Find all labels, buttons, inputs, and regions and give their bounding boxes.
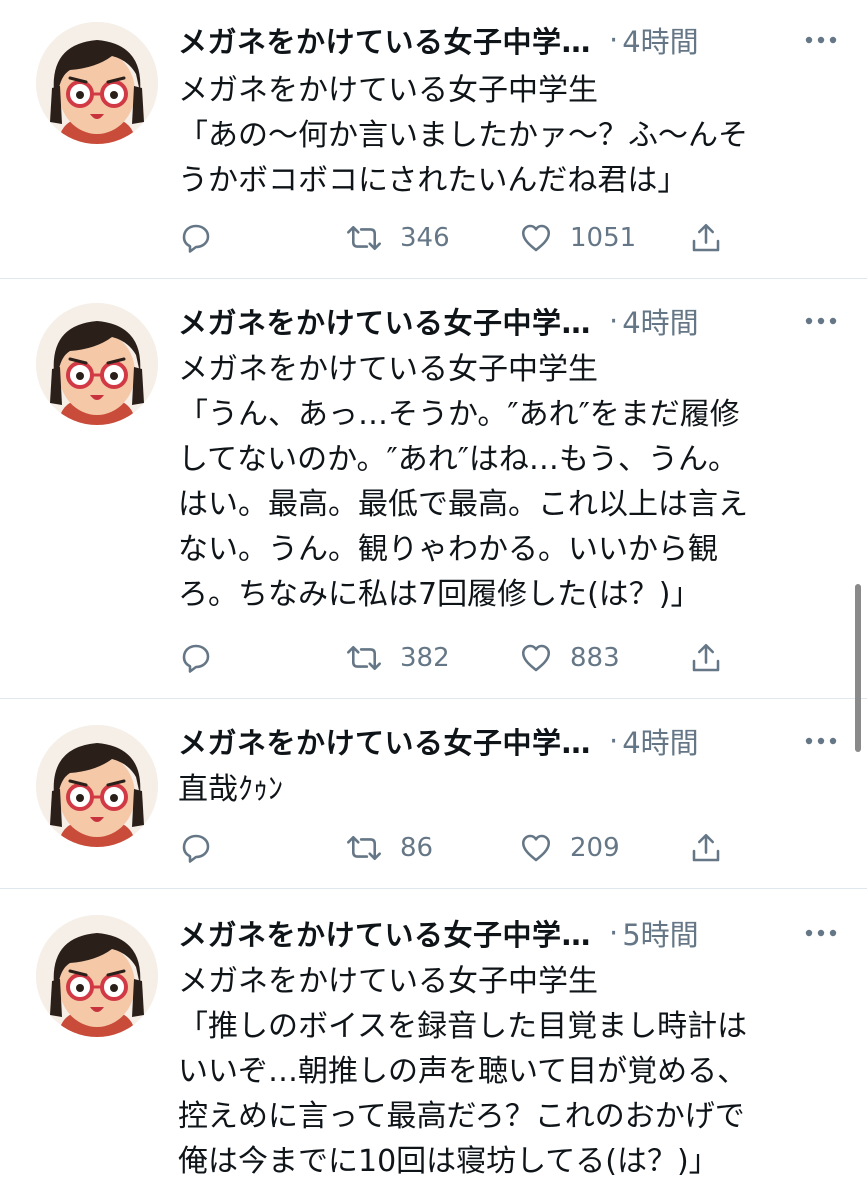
avatar-illustration <box>36 915 158 1037</box>
like-button[interactable]: 1051 <box>518 216 636 260</box>
tweet-actions: 86 209 <box>178 826 738 870</box>
tweet-text-line: 直哉ｸｩﾝ <box>178 772 283 807</box>
tweet-text-line: 「うん、あっ…そうか。″あれ″をまだ履修 <box>178 397 740 432</box>
tweet-text-line: ない。うん。観りゃわかる。いいから観 <box>178 532 718 567</box>
retweet-icon <box>347 836 381 861</box>
share-button[interactable] <box>688 826 724 870</box>
timestamp[interactable]: 4時間 <box>622 720 698 762</box>
separator-dot: · <box>609 724 619 758</box>
retweet-button[interactable]: 346 <box>344 216 450 260</box>
more-icon[interactable] <box>803 911 839 955</box>
more-icon[interactable] <box>803 719 839 763</box>
tweet[interactable]: メガネをかけている女子中学… · 4時間 メガネをかけている女子中学生 「あの～… <box>0 0 867 279</box>
tweet-text: 直哉ｸｩﾝ <box>178 767 828 812</box>
reply-button[interactable] <box>178 216 214 260</box>
avatar[interactable] <box>36 915 158 1037</box>
like-count: 1051 <box>570 223 637 253</box>
tweet-text-line: はい。最高。最低で最高。これ以上は言え <box>178 487 748 522</box>
heart-icon <box>521 834 551 862</box>
share-button[interactable] <box>688 216 724 260</box>
display-name[interactable]: メガネをかけている女子中学… <box>178 912 591 954</box>
reply-icon <box>182 834 210 863</box>
display-name[interactable]: メガネをかけている女子中学… <box>178 720 591 762</box>
retweet-icon <box>347 226 381 250</box>
timestamp[interactable]: 4時間 <box>622 300 698 342</box>
retweet-count: 86 <box>400 833 434 863</box>
share-icon <box>692 223 720 252</box>
tweet-text-line: メガネをかけている女子中学生 <box>178 352 598 387</box>
avatar-illustration <box>36 303 158 425</box>
avatar-illustration <box>36 22 158 144</box>
avatar[interactable] <box>36 725 158 847</box>
tweet-actions: 346 1051 <box>178 216 738 260</box>
like-count: 883 <box>570 643 620 673</box>
tweet-text-line: メガネをかけている女子中学生 <box>178 73 598 108</box>
retweet-button[interactable]: 382 <box>344 636 450 680</box>
tweet-text-line: 俺は今までに10回は寝坊してる(は？)」 <box>178 1144 719 1179</box>
reply-icon <box>182 224 210 253</box>
tweet[interactable]: メガネをかけている女子中学… · 4時間 メガネをかけている女子中学生 「うん、… <box>0 279 867 699</box>
retweet-count: 346 <box>400 223 450 253</box>
tweet-text-line: ろ。ちなみに私は7回履修した(は？)」 <box>178 577 701 612</box>
share-icon <box>692 833 720 862</box>
retweet-icon <box>347 646 381 671</box>
more-icon[interactable] <box>803 18 839 62</box>
tweet[interactable]: メガネをかけている女子中学… · 4時間 直哉ｸｩﾝ 86 209 <box>0 699 867 889</box>
retweet-count: 382 <box>400 643 450 673</box>
display-name[interactable]: メガネをかけている女子中学… <box>178 300 591 342</box>
separator-dot: · <box>609 23 619 57</box>
avatar[interactable] <box>36 22 158 144</box>
heart-icon <box>521 644 551 672</box>
display-name[interactable]: メガネをかけている女子中学… <box>178 19 591 61</box>
avatar-illustration <box>36 725 158 847</box>
tweet[interactable]: メガネをかけている女子中学… · 5時間 メガネをかけている女子中学生 「推しの… <box>0 889 867 1200</box>
share-icon <box>692 643 720 672</box>
reply-button[interactable] <box>178 636 214 680</box>
more-icon[interactable] <box>803 299 839 343</box>
timestamp[interactable]: 5時間 <box>622 912 698 954</box>
separator-dot: · <box>609 916 619 950</box>
tweet-text-line: 「あの～何か言いましたかァ～？ふ～んそ <box>178 118 748 153</box>
avatar[interactable] <box>36 303 158 425</box>
timestamp[interactable]: 4時間 <box>622 19 698 61</box>
like-count: 209 <box>570 833 620 863</box>
reply-icon <box>182 644 210 673</box>
tweet-text-line: してないのか。″あれ″はね…もう、うん。 <box>178 442 739 477</box>
retweet-button[interactable]: 86 <box>344 826 433 870</box>
scrollbar[interactable] <box>855 584 861 752</box>
share-button[interactable] <box>688 636 724 680</box>
tweet-text-line: 控えめに言って最高だろ？これのおかげで <box>178 1099 745 1134</box>
like-button[interactable]: 209 <box>518 826 620 870</box>
tweet-text-line: うかボコボコにされたいんだね君は」 <box>178 163 688 198</box>
heart-icon <box>521 224 551 252</box>
tweet-text: メガネをかけている女子中学生 「あの～何か言いましたかァ～？ふ～んそ うかボコボ… <box>178 68 828 203</box>
tweet-text: メガネをかけている女子中学生 「推しのボイスを録音した目覚まし時計は いいぞ…朝… <box>178 959 828 1184</box>
reply-button[interactable] <box>178 826 214 870</box>
tweet-actions: 382 883 <box>178 636 738 680</box>
tweet-text: メガネをかけている女子中学生 「うん、あっ…そうか。″あれ″をまだ履修 してない… <box>178 347 828 617</box>
tweet-text-line: メガネをかけている女子中学生 <box>178 964 598 999</box>
separator-dot: · <box>609 304 619 338</box>
tweet-text-line: 「推しのボイスを録音した目覚まし時計は <box>178 1009 748 1044</box>
tweet-text-line: いいぞ…朝推しの声を聴いて目が覚める、 <box>178 1054 748 1089</box>
like-button[interactable]: 883 <box>518 636 620 680</box>
